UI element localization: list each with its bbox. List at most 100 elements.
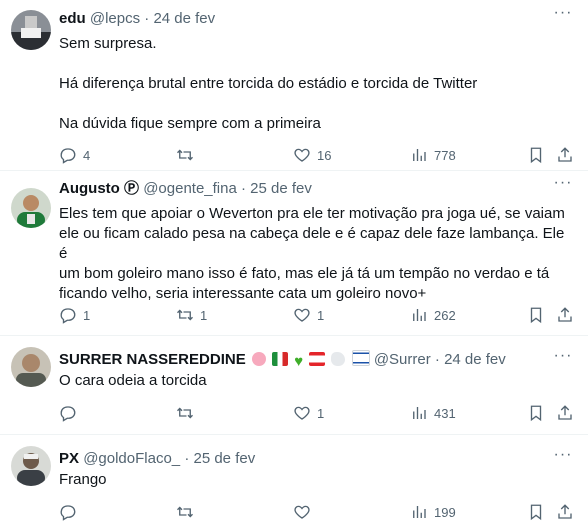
heart-icon <box>294 148 310 162</box>
like-button[interactable]: 1 <box>293 403 324 423</box>
separator-dot: · <box>434 351 440 368</box>
retweet-icon <box>177 149 193 161</box>
share-button[interactable] <box>556 403 574 423</box>
tweet-header: Augusto Ⓟ @ogente_fina · 25 de fev <box>59 180 312 198</box>
share-icon <box>558 405 572 420</box>
retweet-button[interactable]: 1 <box>176 305 207 325</box>
heart-icon <box>294 406 310 420</box>
tweet-3[interactable]: SURRER NASSEREDDINE ♥ @Surrer · 24 de fe… <box>0 335 588 435</box>
like-count: 1 <box>317 307 325 323</box>
avatar[interactable] <box>11 347 51 387</box>
views-button[interactable]: 262 <box>410 305 456 325</box>
bookmark-button[interactable] <box>527 145 545 165</box>
tweet-text: O cara odeia a torcida <box>59 371 207 391</box>
tweet-text: Eles tem que apoiar o Weverton pra ele t… <box>59 204 576 304</box>
lebanon-flag-icon <box>309 352 326 366</box>
premium-badge-icon: Ⓟ <box>124 180 140 197</box>
user-handle[interactable]: @goldoFlaco_ <box>83 450 180 467</box>
tweet-date[interactable]: 24 de fev <box>153 10 215 27</box>
display-name[interactable]: edu <box>59 10 86 27</box>
reply-icon <box>60 308 76 324</box>
tweet-date[interactable]: 25 de fev <box>250 180 312 197</box>
tweet-text-line: O cara odeia a torcida <box>59 372 207 389</box>
views-button[interactable]: 431 <box>410 403 456 423</box>
views-button[interactable]: 778 <box>410 145 456 165</box>
avatar[interactable] <box>11 10 51 50</box>
avatar[interactable] <box>11 188 51 228</box>
retweet-button[interactable] <box>176 403 200 423</box>
separator-dot: · <box>184 450 190 467</box>
bookmark-button[interactable] <box>527 305 545 325</box>
user-handle[interactable]: @lepcs <box>90 10 140 27</box>
tweet-header: PX @goldoFlaco_ · 25 de fev <box>59 450 255 468</box>
tweet-1[interactable]: edu @lepcs · 24 de fev ··· Sem surpresa.… <box>0 0 588 171</box>
more-options-icon[interactable]: ··· <box>550 446 576 466</box>
share-button[interactable] <box>556 145 574 165</box>
retweet-button[interactable] <box>176 502 200 522</box>
reply-count: 4 <box>83 147 91 163</box>
reply-icon <box>60 505 76 521</box>
italy-flag-icon <box>272 352 289 366</box>
tweet-date[interactable]: 25 de fev <box>193 450 255 467</box>
tweet-text-line: um bom goleiro mano isso é fato, mas ele… <box>59 265 550 282</box>
tweet-text-blank <box>59 94 477 114</box>
tweet-date[interactable]: 24 de fev <box>444 351 506 368</box>
tweet-text-line: Frango <box>59 471 107 488</box>
share-icon <box>558 147 572 162</box>
share-icon <box>558 307 572 322</box>
reply-button[interactable]: 4 <box>59 145 90 165</box>
tweet-text: Frango <box>59 470 107 490</box>
israel-flag-icon <box>351 350 370 366</box>
bookmark-button[interactable] <box>527 403 545 423</box>
tweet-text-line: Há diferença brutal entre torcida do est… <box>59 75 478 92</box>
retweet-count: 1 <box>200 307 208 323</box>
views-icon <box>413 506 426 518</box>
reply-button[interactable] <box>59 403 83 423</box>
like-button[interactable] <box>293 502 317 522</box>
tweet-text-blank <box>59 54 477 74</box>
tweet-text-line: ele ou ficam calado pesa na cabeça dele … <box>59 225 565 262</box>
more-options-icon[interactable]: ··· <box>550 4 576 24</box>
tweet-2[interactable]: Augusto Ⓟ @ogente_fina · 25 de fev ··· E… <box>0 170 588 336</box>
views-icon <box>413 149 426 161</box>
retweet-button[interactable] <box>176 145 200 165</box>
more-options-icon[interactable]: ··· <box>550 347 576 367</box>
more-options-icon[interactable]: ··· <box>550 174 576 194</box>
bookmark-icon <box>530 504 542 521</box>
reply-icon <box>60 406 76 422</box>
tweet-text-line: ficando velho, seria interessante cata u… <box>59 285 427 302</box>
bookmark-button[interactable] <box>527 502 545 522</box>
views-button[interactable]: 199 <box>410 502 456 522</box>
avatar[interactable] <box>11 446 51 486</box>
share-button[interactable] <box>556 305 574 325</box>
heart-icon <box>294 308 310 322</box>
reply-count: 1 <box>83 307 91 323</box>
view-count: 199 <box>434 504 456 520</box>
heart-icon <box>294 505 310 519</box>
display-name[interactable]: Augusto <box>59 180 120 197</box>
tweet-4[interactable]: PX @goldoFlaco_ · 25 de fev ··· Frango 1… <box>0 434 588 530</box>
bookmark-icon <box>530 147 542 164</box>
retweet-icon <box>177 506 193 518</box>
green-heart-icon: ♥ <box>294 353 304 370</box>
tweet-actions: 4 16 778 <box>59 145 576 167</box>
share-icon <box>558 504 572 519</box>
tweet-text-line: Eles tem que apoiar o Weverton pra ele t… <box>59 205 565 222</box>
reply-button[interactable]: 1 <box>59 305 90 325</box>
separator-dot: · <box>144 10 150 27</box>
retweet-icon <box>177 309 193 321</box>
like-button[interactable]: 16 <box>293 145 331 165</box>
share-button[interactable] <box>556 502 574 522</box>
user-handle[interactable]: @Surrer <box>374 351 431 368</box>
tweet-actions: 1 1 1 262 <box>59 305 576 327</box>
reply-button[interactable] <box>59 502 83 522</box>
tweet-actions: 199 <box>59 502 576 524</box>
retweet-icon <box>177 407 193 419</box>
bookmark-icon <box>530 307 542 324</box>
like-button[interactable]: 1 <box>293 305 324 325</box>
user-handle[interactable]: @ogente_fina <box>143 180 237 197</box>
display-name[interactable]: PX <box>59 450 79 467</box>
like-count: 16 <box>317 147 332 163</box>
tweet-text-line: Sem surpresa. <box>59 35 157 52</box>
display-name[interactable]: SURRER NASSEREDDINE <box>59 351 246 368</box>
